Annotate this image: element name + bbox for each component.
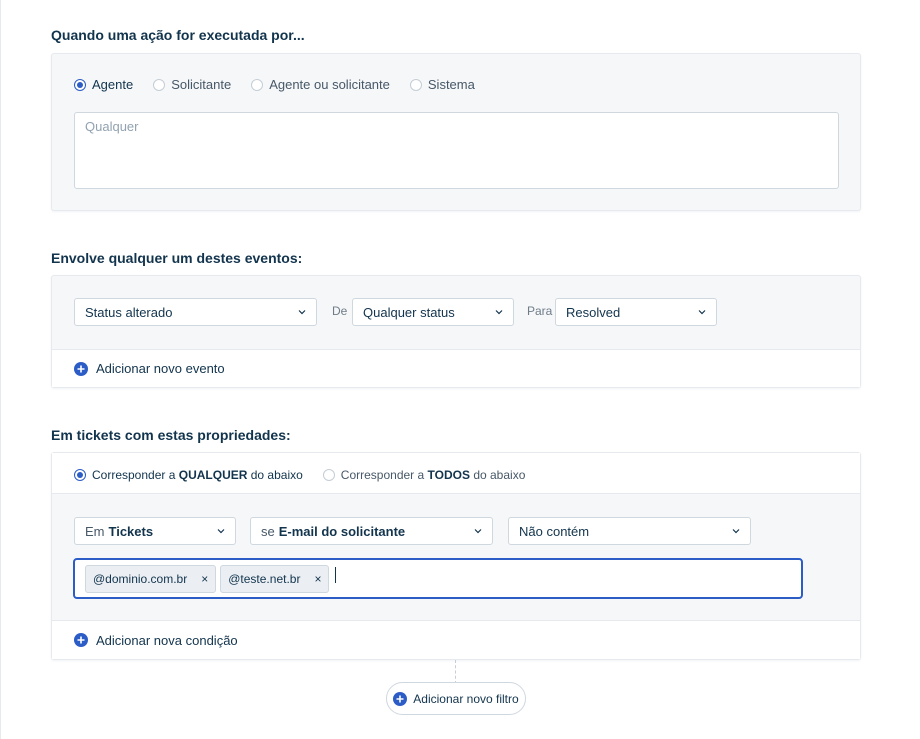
match-any-strong: QUALQUER: [178, 468, 248, 482]
match-all-strong: TODOS: [427, 468, 470, 482]
to-status-select[interactable]: Resolved: [555, 298, 717, 326]
radio-solicitante[interactable]: Solicitante: [153, 77, 231, 92]
radio-sistema[interactable]: Sistema: [409, 77, 475, 92]
to-status-value: Resolved: [566, 304, 621, 320]
radio-match-all-label: Corresponder a TODOS do abaixo: [341, 468, 526, 482]
section-title-events: Envolve qualquer um destes eventos:: [51, 250, 303, 266]
radio-match-any[interactable]: Corresponder a QUALQUER do abaixo: [74, 468, 303, 482]
radio-match-any-label: Corresponder a QUALQUER do abaixo: [92, 468, 303, 482]
radio-agente-ou-solicitante-indicator[interactable]: [251, 78, 264, 91]
condition-operator-select[interactable]: Não contém: [508, 517, 751, 545]
chevron-down-icon: [474, 527, 482, 535]
properties-card-footer: Adicionar nova condição: [52, 620, 860, 659]
from-status-select[interactable]: Qualquer status: [352, 298, 514, 326]
add-condition-button[interactable]: Adicionar nova condição: [74, 633, 238, 648]
condition-field-text: se E-mail do solicitante: [261, 524, 405, 539]
performer-radio-group: Agente Solicitante Agente ou solicitante…: [74, 77, 495, 92]
plus-icon: [393, 691, 408, 706]
condition-field-select[interactable]: se E-mail do solicitante: [250, 517, 493, 545]
section-title-performer: Quando uma ação for executada por...: [51, 27, 305, 43]
condition-value-tag-input[interactable]: @dominio.com.br × @teste.net.br ×: [73, 558, 803, 599]
add-filter-label: Adicionar novo filtro: [413, 691, 519, 706]
radio-agente-indicator[interactable]: [74, 78, 86, 91]
match-radio-group: Corresponder a QUALQUER do abaixo Corres…: [74, 468, 545, 482]
plus-icon: [74, 361, 88, 376]
add-event-button[interactable]: Adicionar novo evento: [74, 361, 225, 376]
properties-card: Corresponder a QUALQUER do abaixo Corres…: [51, 452, 861, 660]
connector-line: [455, 660, 456, 684]
text-cursor: [335, 566, 337, 583]
radio-match-all[interactable]: Corresponder a TODOS do abaixo: [322, 468, 526, 482]
radio-sistema-label: Sistema: [427, 77, 475, 92]
field-value: E-mail do solicitante: [278, 523, 406, 539]
from-status-value: Qualquer status: [363, 304, 455, 320]
condition-scope-text: Em Tickets: [85, 524, 153, 539]
events-card-footer: Adicionar novo evento: [52, 349, 860, 387]
page-left-border: [0, 0, 1, 739]
value-tag: @dominio.com.br ×: [85, 564, 217, 593]
performer-card: Agente Solicitante Agente ou solicitante…: [51, 53, 861, 211]
chevron-down-icon: [298, 308, 306, 316]
match-all-post: do abaixo: [473, 468, 526, 482]
scope-prefix: Em: [85, 523, 105, 539]
radio-agente-ou-solicitante[interactable]: Agente ou solicitante: [251, 77, 390, 92]
from-label: De: [332, 304, 348, 318]
radio-match-all-indicator[interactable]: [322, 469, 335, 481]
chevron-down-icon: [495, 308, 503, 316]
match-type-bar: Corresponder a QUALQUER do abaixo Corres…: [52, 453, 860, 494]
remove-tag-icon[interactable]: ×: [314, 572, 321, 586]
plus-icon: [74, 633, 88, 647]
match-any-post: do abaixo: [250, 468, 303, 482]
add-condition-label: Adicionar nova condição: [96, 632, 238, 648]
value-tag-label: @teste.net.br: [228, 571, 301, 586]
event-type-value: Status alterado: [85, 304, 173, 320]
condition-operator-value: Não contém: [519, 523, 590, 539]
radio-agente[interactable]: Agente: [74, 77, 133, 92]
add-event-label: Adicionar novo evento: [96, 361, 225, 376]
add-filter-button[interactable]: Adicionar novo filtro: [386, 682, 526, 715]
field-prefix: se: [261, 523, 275, 539]
performer-input[interactable]: Qualquer: [74, 112, 839, 189]
radio-agente-label: Agente: [92, 77, 134, 92]
scope-value: Tickets: [108, 523, 154, 539]
radio-solicitante-label: Solicitante: [171, 77, 232, 92]
value-tag-label: @dominio.com.br: [93, 571, 188, 586]
radio-match-any-indicator[interactable]: [74, 469, 86, 481]
condition-scope-select[interactable]: Em Tickets: [74, 517, 236, 545]
chevron-down-icon: [217, 527, 225, 535]
radio-solicitante-indicator[interactable]: [153, 78, 166, 91]
match-all-pre: Corresponder a: [340, 468, 425, 482]
events-card: Status alterado De Qualquer status Para …: [51, 275, 861, 388]
radio-sistema-indicator[interactable]: [409, 78, 422, 91]
remove-tag-icon[interactable]: ×: [201, 572, 208, 586]
chevron-down-icon: [698, 308, 706, 316]
radio-agente-ou-solicitante-label: Agente ou solicitante: [269, 77, 390, 92]
chevron-down-icon: [732, 527, 740, 535]
event-type-select[interactable]: Status alterado: [74, 298, 317, 326]
to-label: Para: [527, 304, 553, 318]
section-title-properties: Em tickets com estas propriedades:: [51, 427, 291, 443]
match-any-pre: Corresponder a: [92, 468, 176, 482]
value-tag: @teste.net.br ×: [220, 564, 330, 593]
